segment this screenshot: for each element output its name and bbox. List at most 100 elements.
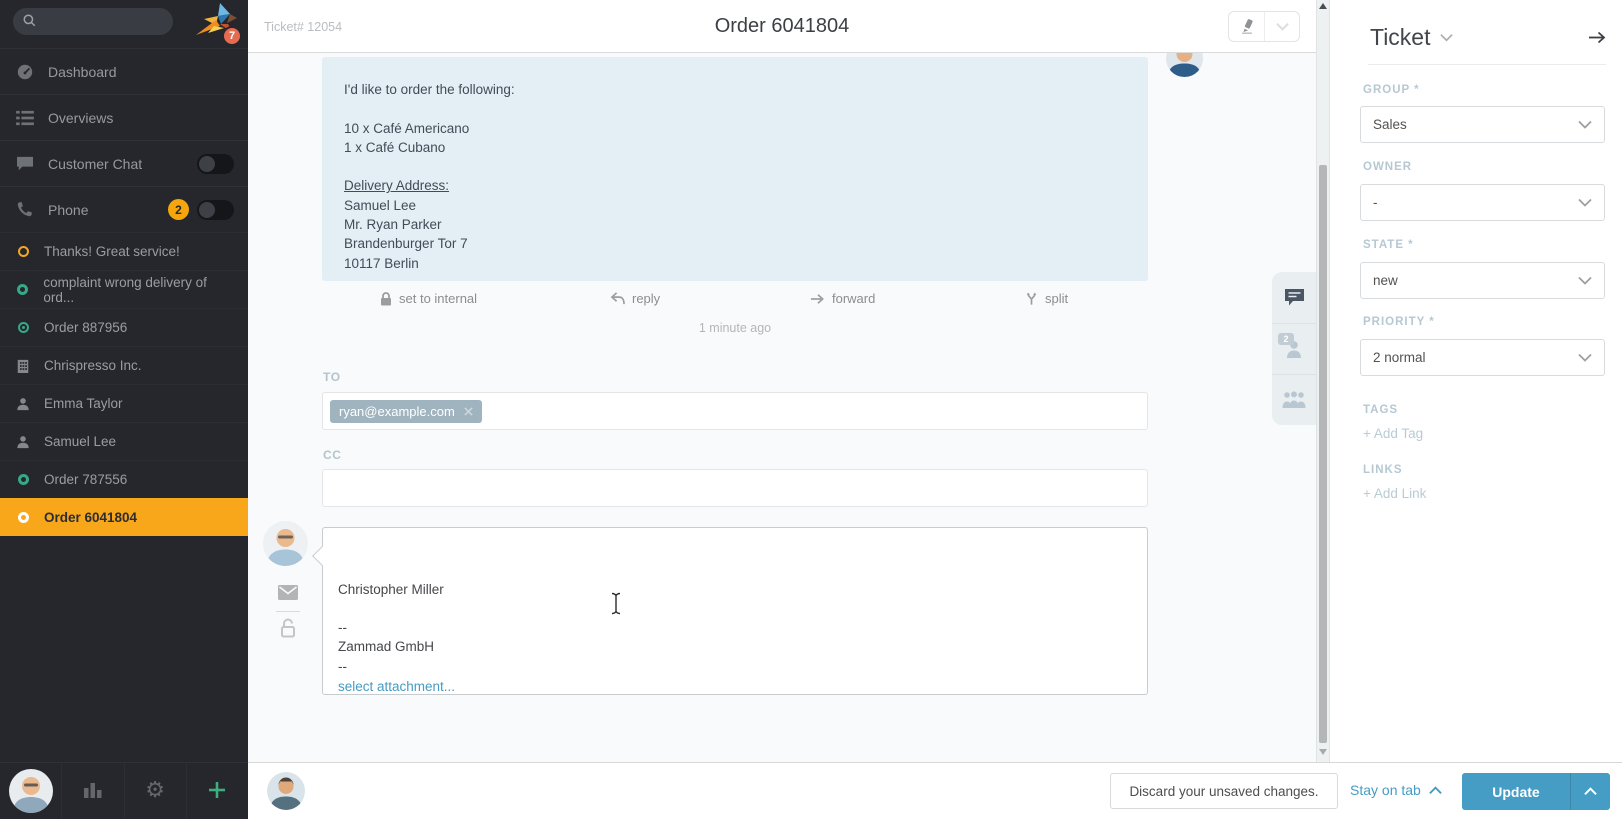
article-line: Mr. Ryan Parker xyxy=(344,217,442,233)
nav-item-overviews[interactable]: Overviews xyxy=(0,94,248,140)
cc-label: CC xyxy=(323,448,342,462)
panel-header: Ticket xyxy=(1370,20,1606,54)
forward-icon xyxy=(810,293,824,304)
nav-label: Dashboard xyxy=(48,63,117,80)
tab-item-ticket[interactable]: complaint wrong delivery of ord... xyxy=(0,270,248,308)
reply-editor[interactable]: Christopher Miller -- Zammad GmbH -- sel… xyxy=(322,527,1148,695)
reports-button[interactable] xyxy=(61,763,123,819)
chevron-down-icon xyxy=(1578,353,1592,362)
customer-chat-toggle[interactable] xyxy=(197,153,234,174)
tab-item-organization[interactable]: Chrispresso Inc. xyxy=(0,346,248,384)
recipient-email: ryan@example.com xyxy=(339,403,455,419)
tab-label: Thanks! Great service! xyxy=(44,244,180,259)
ticket-state-icon xyxy=(14,246,32,257)
split-button[interactable]: split xyxy=(1025,291,1068,306)
search-input[interactable] xyxy=(43,14,163,29)
group-value: Sales xyxy=(1373,117,1407,132)
state-select[interactable]: new xyxy=(1360,262,1605,299)
scroll-down-arrow-icon[interactable] xyxy=(1319,749,1327,755)
search-icon xyxy=(22,13,37,31)
highlighter-button[interactable] xyxy=(1229,12,1264,41)
phone-toggle[interactable] xyxy=(197,199,234,220)
search-box[interactable] xyxy=(13,8,173,35)
customer-tab-badge: 2 xyxy=(1278,333,1294,345)
panel-title-dropdown[interactable]: Ticket xyxy=(1370,24,1453,51)
highlighter-dropdown-button[interactable] xyxy=(1264,12,1299,41)
tab-item-ticket[interactable]: Order 887956 xyxy=(0,308,248,346)
ticket-title[interactable]: Order 6041804 xyxy=(248,15,1316,38)
agent-avatar xyxy=(8,769,53,813)
current-agent-avatar[interactable] xyxy=(267,772,305,810)
left-sidebar: 7 Dashboard Overviews Customer Chat Phon… xyxy=(0,0,248,819)
ticket-pane: Ticket# 12054 Order 6041804 I'd like to … xyxy=(248,0,1316,762)
article-timestamp: 1 minute ago xyxy=(698,321,772,335)
gauge-icon xyxy=(14,63,35,81)
tab-customer[interactable]: 2 xyxy=(1272,323,1316,374)
sidebar-tab-strip: 2 xyxy=(1272,272,1316,425)
nav-item-customer-chat[interactable]: Customer Chat xyxy=(0,140,248,186)
chevron-down-icon xyxy=(1275,22,1289,31)
action-label: reply xyxy=(632,291,661,306)
scrollbar-thumb[interactable] xyxy=(1319,165,1327,743)
discard-label: Discard your unsaved changes. xyxy=(1129,783,1319,799)
highlight-tool-group xyxy=(1228,11,1300,42)
compose-author-avatar[interactable] xyxy=(263,521,308,566)
update-label: Update xyxy=(1492,783,1540,800)
reply-icon xyxy=(610,292,625,305)
tab-organization[interactable] xyxy=(1272,374,1316,425)
add-link-link[interactable]: + Add Link xyxy=(1363,486,1426,501)
vertical-scrollbar[interactable] xyxy=(1316,0,1330,762)
tab-item-ticket-active[interactable]: Order 6041804 xyxy=(0,498,248,536)
stay-on-tab-button[interactable]: Stay on tab xyxy=(1350,782,1442,798)
tab-item-ticket[interactable]: Thanks! Great service! xyxy=(0,232,248,270)
signature-divider: -- xyxy=(338,658,347,674)
set-to-internal-button[interactable]: set to internal xyxy=(380,291,477,306)
ticket-header: Ticket# 12054 Order 6041804 xyxy=(248,0,1316,53)
cc-field[interactable] xyxy=(322,469,1148,507)
profile-menu-button[interactable] xyxy=(0,763,61,819)
admin-settings-button[interactable]: ⚙ xyxy=(123,763,186,819)
reply-button[interactable]: reply xyxy=(610,291,660,306)
update-options-button[interactable] xyxy=(1570,773,1610,810)
text-cursor xyxy=(610,592,622,618)
nav-label: Phone xyxy=(48,201,89,218)
email-channel-icon[interactable] xyxy=(277,585,299,600)
priority-value: 2 normal xyxy=(1373,350,1426,365)
visibility-unlock-icon[interactable] xyxy=(277,618,299,639)
article-line: Brandenburger Tor 7 xyxy=(344,236,468,252)
priority-select[interactable]: 2 normal xyxy=(1360,339,1605,376)
group-select[interactable]: Sales xyxy=(1360,106,1605,143)
select-attachment-link[interactable]: select attachment... xyxy=(338,677,455,696)
ticket-state-icon xyxy=(14,474,32,485)
tab-item-user[interactable]: Samuel Lee xyxy=(0,422,248,460)
nav-item-dashboard[interactable]: Dashboard xyxy=(0,48,248,94)
collapse-panel-button[interactable] xyxy=(1588,31,1606,44)
add-tag-link[interactable]: + Add Tag xyxy=(1363,426,1423,441)
bottom-action-bar: Discard your unsaved changes. Stay on ta… xyxy=(248,762,1622,819)
scroll-up-arrow-icon[interactable] xyxy=(1319,3,1327,9)
state-label: STATE * xyxy=(1363,239,1414,251)
priority-label: PRIORITY * xyxy=(1363,316,1435,328)
update-button[interactable]: Update xyxy=(1462,773,1610,810)
ticket-state-icon xyxy=(14,322,32,333)
article-customer-message[interactable]: I'd like to order the following: 10 x Ca… xyxy=(322,57,1148,281)
remove-recipient-icon[interactable] xyxy=(464,406,473,416)
tab-item-user[interactable]: Emma Taylor xyxy=(0,384,248,422)
tab-label: Chrispresso Inc. xyxy=(44,358,142,373)
discard-changes-button[interactable]: Discard your unsaved changes. xyxy=(1110,773,1338,809)
zammad-logo[interactable]: 7 xyxy=(194,2,242,46)
to-field[interactable]: ryan@example.com xyxy=(322,392,1148,430)
chat-icon xyxy=(14,156,35,172)
nav-item-phone[interactable]: Phone 2 xyxy=(0,186,248,232)
nav-label: Customer Chat xyxy=(48,155,143,172)
person-icon xyxy=(14,435,32,449)
new-ticket-button[interactable] xyxy=(185,763,248,819)
tab-item-ticket[interactable]: Order 787556 xyxy=(0,460,248,498)
article-line: 1 x Café Cubano xyxy=(344,139,446,155)
owner-select[interactable]: - xyxy=(1360,184,1605,221)
tab-ticket-active[interactable] xyxy=(1272,272,1316,323)
recipient-chip[interactable]: ryan@example.com xyxy=(330,399,482,423)
forward-button[interactable]: forward xyxy=(810,291,875,306)
lock-icon xyxy=(381,291,391,305)
chevron-down-icon xyxy=(1578,276,1592,285)
